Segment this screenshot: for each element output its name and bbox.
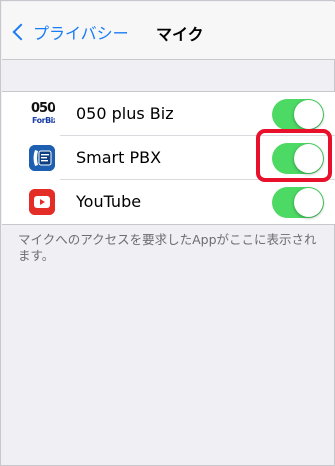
microphone-toggle-050-plus-biz[interactable] [272, 99, 324, 130]
050-plus-biz-app-icon: 050 ForBiz [29, 101, 55, 127]
settings-screen: プライバシー マイク 050 ForBiz 050 plus Biz Smart… [0, 0, 335, 466]
app-name-label: YouTube [76, 192, 142, 211]
navigation-bar: プライバシー マイク [2, 2, 335, 60]
app-name-label: 050 plus Biz [76, 104, 174, 123]
smart-pbx-app-icon [29, 145, 55, 171]
app-name-label: Smart PBX [76, 148, 162, 167]
youtube-app-icon [29, 189, 55, 215]
footer-note: マイクへのアクセスを要求したAppがここに表示されます。 [18, 232, 317, 263]
back-button-label: プライバシー [33, 24, 129, 43]
page-title: マイク [156, 25, 204, 44]
toggle-knob [294, 100, 323, 129]
microphone-toggle-youtube[interactable] [272, 187, 324, 218]
highlight-annotation [256, 129, 332, 182]
chevron-left-icon [12, 23, 30, 41]
toggle-knob [294, 188, 323, 217]
list-item-youtube: YouTube [2, 180, 335, 224]
back-button[interactable]: プライバシー [12, 20, 129, 44]
